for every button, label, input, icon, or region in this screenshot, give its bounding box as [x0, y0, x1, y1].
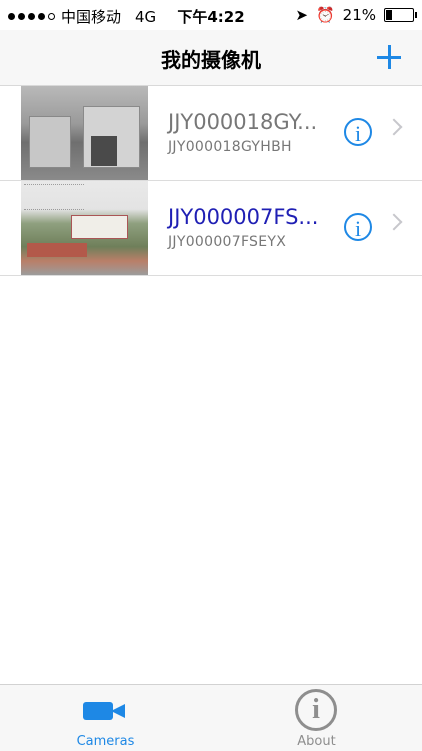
camera-thumbnail	[21, 181, 148, 275]
tab-about[interactable]: i About	[211, 685, 422, 751]
chevron-right-icon	[385, 213, 403, 231]
camera-id: JJY000007FSEYX	[168, 234, 287, 250]
navigation-bar: 我的摄像机	[0, 30, 422, 86]
camera-name: JJY000018GY...	[168, 110, 318, 134]
chevron-right-icon	[385, 118, 403, 136]
tab-cameras[interactable]: Cameras	[0, 685, 211, 751]
tab-about-label: About	[297, 734, 336, 749]
tab-bar: Cameras i About	[0, 684, 422, 751]
page-title: 我的摄像机	[161, 48, 261, 72]
info-icon[interactable]: i	[344, 118, 372, 146]
info-icon[interactable]: i	[344, 213, 372, 241]
camera-thumbnail	[21, 86, 148, 180]
battery-icon	[384, 8, 417, 22]
video-camera-icon	[83, 700, 127, 722]
tab-cameras-label: Cameras	[76, 734, 135, 749]
add-camera-button[interactable]	[372, 40, 406, 74]
camera-name: JJY000007FS...	[168, 205, 319, 229]
location-arrow-icon: ➤	[295, 6, 308, 24]
status-bar: 中国移动 4G 下午4:22 ➤ ⏰ 21%	[0, 0, 422, 30]
camera-row[interactable]: JJY000007FS... JJY000007FSEYX i	[0, 181, 422, 276]
camera-id: JJY000018GYHBH	[168, 139, 292, 155]
alarm-icon: ⏰	[315, 6, 335, 24]
camera-row[interactable]: JJY000018GY... JJY000018GYHBH i	[0, 86, 422, 181]
info-circle-icon: i	[295, 689, 337, 731]
camera-list: JJY000018GY... JJY000018GYHBH i JJY00000…	[0, 86, 422, 276]
battery-percent: 21%	[342, 6, 376, 24]
